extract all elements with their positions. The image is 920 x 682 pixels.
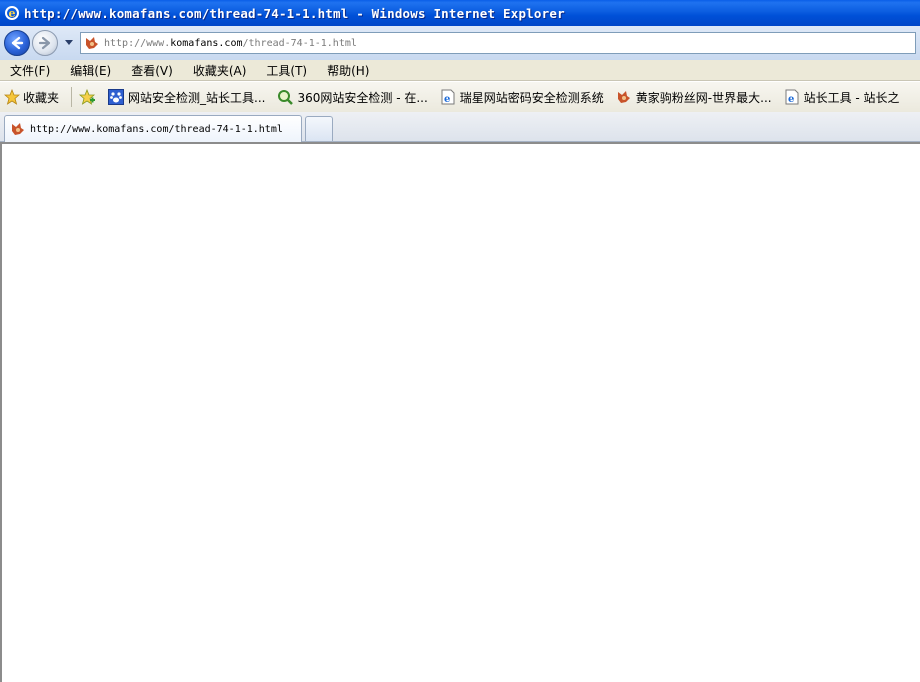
- favorites-separator: [71, 87, 73, 107]
- back-arrow-icon: [11, 36, 24, 50]
- fox-icon: [12, 123, 24, 135]
- menu-tools[interactable]: 工具(T): [260, 62, 313, 79]
- favorites-button[interactable]: 收藏夹: [4, 89, 59, 106]
- favorite-link-1-label: 网站安全检测_站长工具...: [128, 90, 266, 105]
- window-title: http://www.komafans.com/thread-74-1-1.ht…: [24, 5, 565, 21]
- address-url: http://www.komafans.com/thread-74-1-1.ht…: [104, 37, 357, 49]
- ie-page-icon: e: [785, 89, 799, 105]
- favorite-link-5-label: 站长工具 - 站长之: [803, 90, 900, 105]
- favorite-link-3[interactable]: e 瑞星网站密码安全检测系统: [440, 89, 604, 106]
- favorite-link-4[interactable]: 黄家驹粉丝网-世界最大...: [616, 89, 772, 106]
- fox-icon: [617, 91, 630, 103]
- favorites-label: 收藏夹: [23, 90, 60, 105]
- menu-view[interactable]: 查看(V): [125, 62, 179, 79]
- svg-text:e: e: [444, 94, 450, 105]
- svg-text:e: e: [788, 94, 794, 105]
- page-content[interactable]: [0, 142, 920, 682]
- ie-logo-icon: e: [5, 6, 19, 20]
- menu-help[interactable]: 帮助(H): [321, 62, 375, 79]
- add-favorite-star-icon: [78, 89, 96, 105]
- svg-text:e: e: [9, 7, 16, 20]
- menu-favorites[interactable]: 收藏夹(A): [187, 62, 253, 79]
- star-icon: [4, 89, 20, 105]
- new-tab-button[interactable]: [305, 116, 333, 141]
- navigation-bar: http://www.komafans.com/thread-74-1-1.ht…: [0, 26, 920, 60]
- recent-pages-dropdown[interactable]: [62, 36, 76, 50]
- favorite-link-4-label: 黄家驹粉丝网-世界最大...: [635, 90, 772, 105]
- favorite-link-5[interactable]: e 站长工具 - 站长之: [784, 89, 900, 106]
- menu-edit[interactable]: 编辑(E): [64, 62, 117, 79]
- menu-bar: 文件(F) 编辑(E) 查看(V) 收藏夹(A) 工具(T) 帮助(H): [0, 60, 920, 81]
- menu-file[interactable]: 文件(F): [4, 62, 56, 79]
- favorite-link-1[interactable]: 网站安全检测_站长工具...: [108, 89, 265, 106]
- add-to-favorites-button[interactable]: [78, 89, 96, 105]
- ie-page-icon: e: [441, 89, 455, 105]
- site-favicon-icon: [86, 37, 98, 49]
- favorite-link-3-label: 瑞星网站密码安全检测系统: [459, 90, 604, 105]
- address-bar[interactable]: http://www.komafans.com/thread-74-1-1.ht…: [80, 32, 916, 54]
- magnifier-icon: [278, 90, 294, 105]
- paw-icon: [108, 89, 125, 105]
- forward-arrow-icon: [38, 36, 51, 50]
- tab-bar: http://www.komafans.com/thread-74-1-1.ht…: [0, 112, 920, 142]
- forward-button[interactable]: [32, 30, 58, 56]
- back-button[interactable]: [4, 30, 30, 56]
- favorite-link-2-label: 360网站安全检测 - 在...: [297, 90, 428, 105]
- tab-title: http://www.komafans.com/thread-74-1-1.ht…: [30, 123, 283, 135]
- favorites-bar: 收藏夹 网站安全检测_站长工具... 360网站安全检测 - 在... e 瑞星…: [0, 82, 920, 112]
- favorite-link-2[interactable]: 360网站安全检测 - 在...: [277, 89, 428, 106]
- tab-current-page[interactable]: http://www.komafans.com/thread-74-1-1.ht…: [4, 115, 302, 142]
- window-title-bar[interactable]: e http://www.komafans.com/thread-74-1-1.…: [0, 0, 920, 26]
- chevron-down-icon: [65, 40, 73, 45]
